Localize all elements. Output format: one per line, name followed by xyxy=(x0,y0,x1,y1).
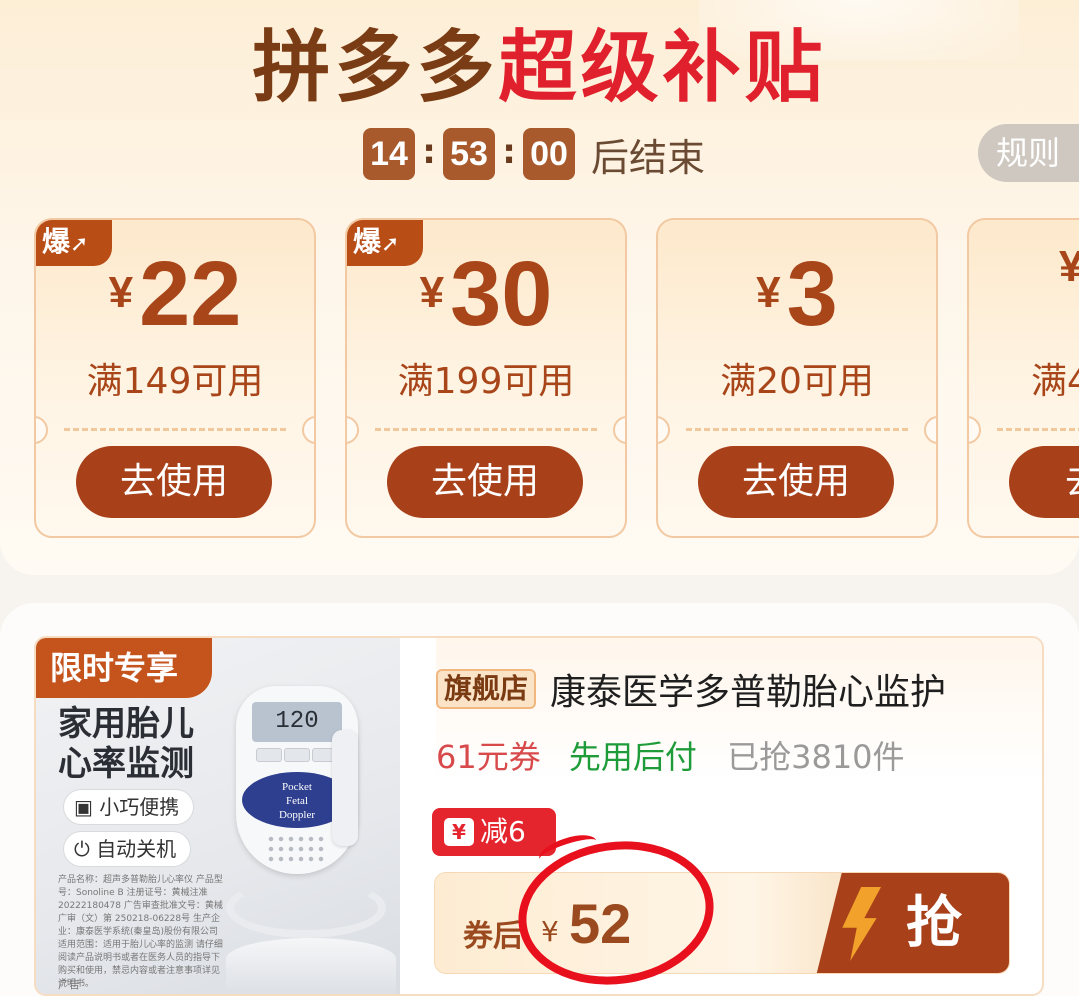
product-title-row[interactable]: 旗舰店 康泰医学多普勒胎心监护 xyxy=(436,666,947,713)
pedestal-illustration xyxy=(226,938,396,994)
page-title: 拼多多超级补贴 xyxy=(0,20,1079,116)
product-title: 康泰医学多普勒胎心监护 xyxy=(550,672,947,713)
coupon-amount: ¥30 xyxy=(347,242,625,347)
coupon-value: 30 xyxy=(450,243,553,345)
limited-time-badge: 限时专享 xyxy=(36,638,212,698)
coupon-card[interactable]: 爆➚ ¥22 满149可用 去使用 xyxy=(34,218,316,538)
super-subsidy-section: 拼多多超级补贴 14 : 53 : 00 后结束 规则 爆➚ ¥22 满149可… xyxy=(0,0,1079,575)
ad-label: 广告 xyxy=(58,978,80,991)
subsidy-highlight: 超级补贴 xyxy=(498,23,827,113)
briefcase-icon: ▣ xyxy=(74,795,100,819)
countdown-separator: : xyxy=(422,132,436,172)
regulatory-fine-print: 产品名称：超声多普勒胎儿心率仪 产品型号：Sonoline B 注册证号：黄械注… xyxy=(58,875,223,989)
brand-name: 拼多多 xyxy=(252,23,499,113)
cord-illustration xyxy=(226,878,386,938)
coupon-divider xyxy=(375,428,597,431)
coupon-condition: 满199可用 xyxy=(397,361,575,402)
grab-button-label: 抢 xyxy=(906,891,962,956)
coupon-condition: 满20可用 xyxy=(720,361,874,402)
coupon-amount: ¥3 xyxy=(658,242,936,347)
discount-label: 减6 xyxy=(480,815,526,848)
coupon-divider xyxy=(997,428,1079,431)
coupon-card[interactable]: 爆➚ ¥30 满199可用 去使用 xyxy=(345,218,627,538)
countdown-seconds: 00 xyxy=(523,128,575,180)
currency-symbol: ¥ xyxy=(419,268,445,317)
after-coupon-label: 券后 xyxy=(463,919,523,954)
use-coupon-button[interactable]: 去使用 xyxy=(387,446,583,518)
countdown-hours: 14 xyxy=(363,128,415,180)
product-meta: 61元券 先用后付 已抢3810件 xyxy=(436,732,905,778)
coupon-divider xyxy=(64,428,286,431)
pay-later-tag: 先用后付 xyxy=(568,738,697,776)
power-icon: ⏻ xyxy=(74,837,97,861)
countdown-suffix: 后结束 xyxy=(591,135,706,180)
yen-coupon-icon: ¥ xyxy=(444,818,474,846)
coupon-amount: ¥ xyxy=(969,242,1079,304)
countdown-minutes: 53 xyxy=(443,128,495,180)
feature-pill: ▣ 小巧便携 xyxy=(64,790,194,824)
device-screen: 120 xyxy=(252,702,342,742)
product-image[interactable]: 120 Pocket Fetal Doppler 限时专享 家用胎儿 心率监测 … xyxy=(36,638,400,994)
currency-symbol: ¥ xyxy=(1059,242,1079,291)
image-headline: 家用胎儿 心率监测 xyxy=(58,704,194,784)
probe-illustration xyxy=(332,730,358,846)
sold-count: 已抢3810件 xyxy=(727,738,905,776)
discount-badge: ¥ 减6 xyxy=(432,808,556,856)
coupon-card[interactable]: ¥ 满4 去 xyxy=(967,218,1079,538)
currency-symbol: ¥ xyxy=(108,268,134,317)
coupon-value: 22 xyxy=(139,243,242,345)
use-coupon-button[interactable]: 去使用 xyxy=(698,446,894,518)
use-coupon-button[interactable]: 去使用 xyxy=(76,446,272,518)
coupon-condition: 满149可用 xyxy=(86,361,264,402)
speaker-grille xyxy=(266,834,328,864)
coupon-condition: 满4 xyxy=(1031,361,1079,402)
flagship-store-tag: 旗舰店 xyxy=(436,669,537,709)
countdown-separator: : xyxy=(502,132,516,172)
coupon-card[interactable]: ¥3 满20可用 去使用 xyxy=(656,218,938,538)
countdown-timer: 14 : 53 : 00 后结束 xyxy=(363,128,705,180)
coupon-divider xyxy=(686,428,908,431)
use-coupon-button[interactable]: 去 xyxy=(1009,446,1079,518)
currency-symbol: ¥ xyxy=(756,268,781,317)
coupon-tag: 61元券 xyxy=(436,738,541,776)
coupon-value: 3 xyxy=(786,243,838,345)
grab-button[interactable]: 抢 xyxy=(859,873,1009,973)
feature-pill: ⏻ 自动关机 xyxy=(64,832,191,866)
rules-button[interactable]: 规则 xyxy=(978,124,1079,182)
coupon-amount: ¥22 xyxy=(36,242,314,347)
